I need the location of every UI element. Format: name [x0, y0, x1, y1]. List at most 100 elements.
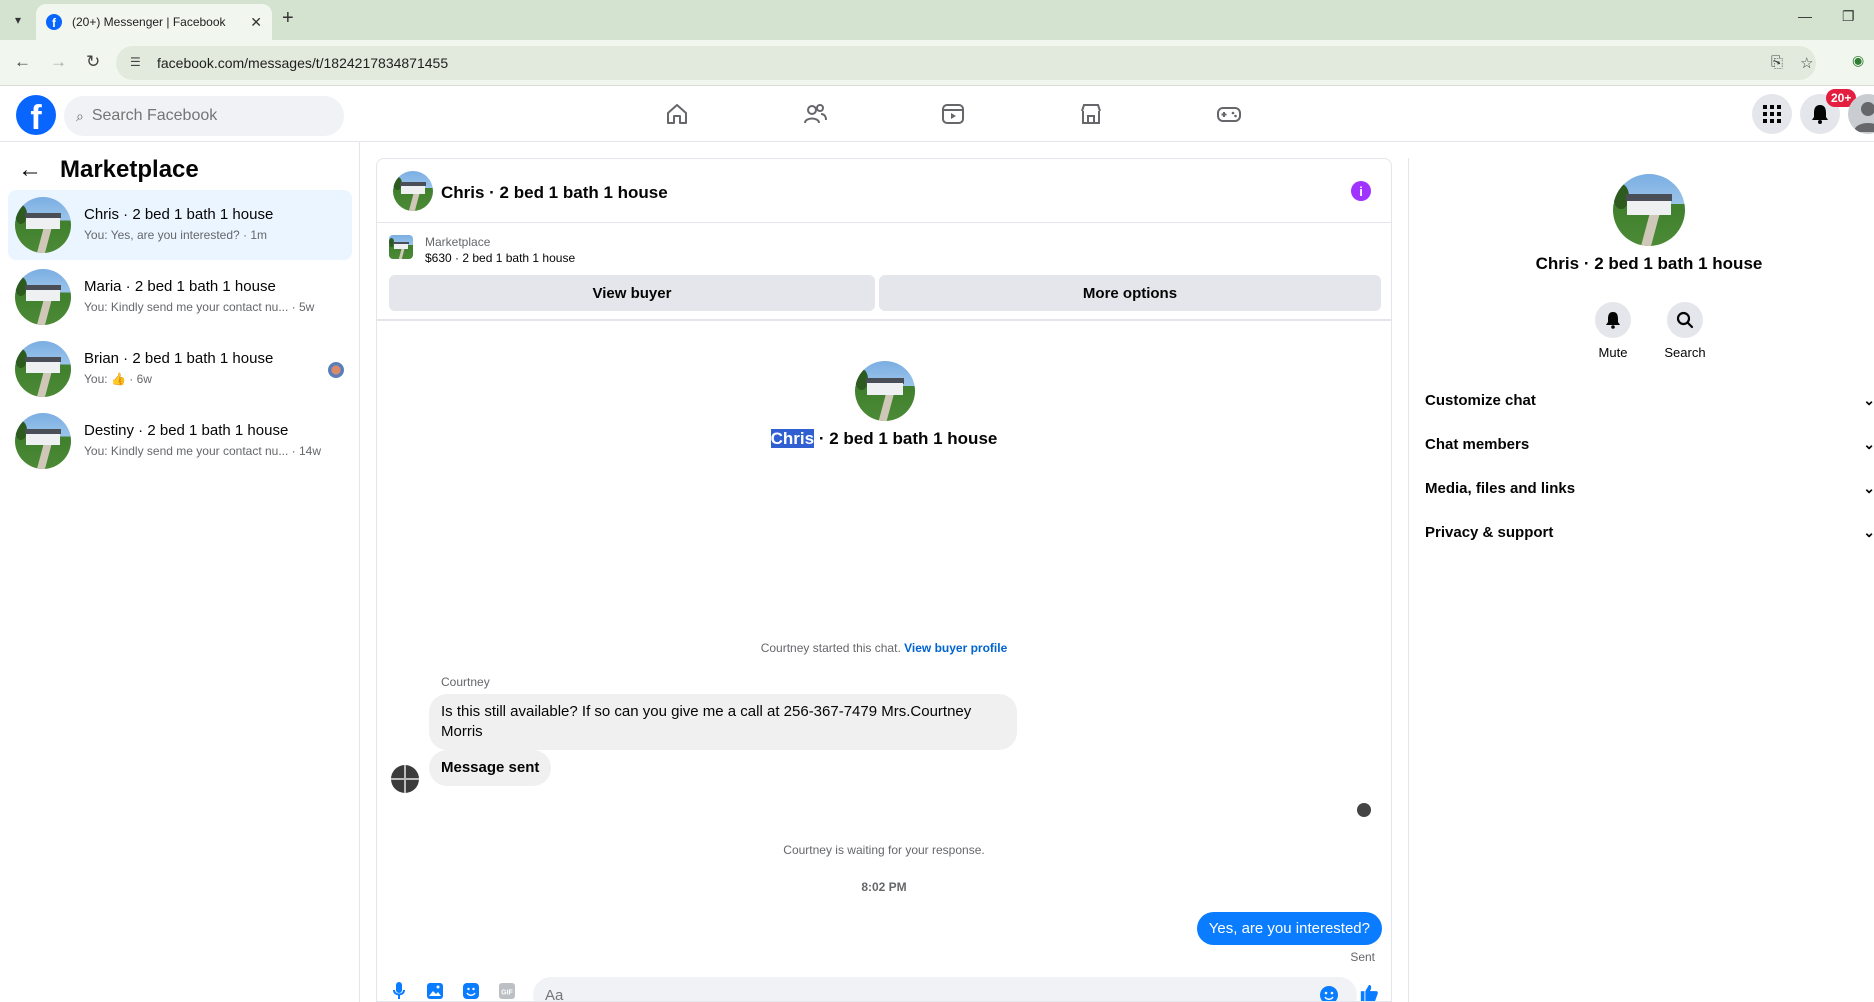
tab-title: (20+) Messenger | Facebook: [72, 15, 226, 29]
new-tab-icon[interactable]: +: [282, 7, 294, 30]
install-app-icon[interactable]: ⎘: [1771, 54, 1783, 71]
browser-tab[interactable]: f (20+) Messenger | Facebook ✕: [36, 4, 272, 40]
section-label: Privacy & support: [1425, 524, 1554, 541]
section-label: Customize chat: [1425, 392, 1536, 409]
conversation-name: Brian · 2 bed 1 bath 1 house: [84, 350, 274, 367]
marketplace-icon[interactable]: [1076, 99, 1106, 129]
omnibox[interactable]: ☰ facebook.com/messages/t/18242178348714…: [116, 46, 1816, 80]
chat-title[interactable]: Chris · 2 bed 1 bath 1 house: [441, 183, 668, 203]
chat-members-section[interactable]: Chat members ⌄: [1425, 436, 1874, 453]
close-tab-icon[interactable]: ✕: [250, 14, 262, 31]
conversation-item-destiny[interactable]: Destiny · 2 bed 1 bath 1 house You: Kind…: [8, 406, 352, 476]
chevron-down-icon: ⌄: [1863, 480, 1874, 496]
sticker-icon[interactable]: [461, 981, 481, 1001]
conversation-item-maria[interactable]: Maria · 2 bed 1 bath 1 house You: Kindly…: [8, 262, 352, 332]
started-text: Courtney started this chat.: [760, 641, 901, 655]
mute-label: Mute: [1598, 345, 1628, 360]
conversation-name: Chris · 2 bed 1 bath 1 house: [84, 206, 274, 223]
conversation-preview: You: Yes, are you interested? · 1m: [84, 228, 268, 242]
details-avatar[interactable]: [1613, 174, 1685, 246]
restore-icon[interactable]: ❐: [1842, 8, 1855, 25]
profile-icon[interactable]: ◉: [1852, 52, 1864, 69]
outgoing-message[interactable]: Yes, are you interested?: [1196, 912, 1382, 945]
search-input[interactable]: [91, 107, 312, 125]
reload-icon[interactable]: ↻: [86, 52, 100, 72]
facebook-favicon-icon: f: [46, 14, 62, 30]
conversation-preview: You: 👍 · 6w: [84, 372, 152, 386]
listing-thumbnail: [15, 413, 71, 469]
search-icon: ⌕: [76, 107, 84, 124]
url-text[interactable]: facebook.com/messages/t/1824217834871455: [157, 55, 448, 71]
view-buyer-button[interactable]: View buyer: [389, 275, 875, 311]
microphone-icon[interactable]: [389, 981, 409, 1001]
conversation-preview: You: Kindly send me your contact nu... ·…: [84, 444, 322, 458]
gaming-icon[interactable]: [1214, 99, 1244, 129]
facebook-search[interactable]: ⌕: [64, 96, 344, 136]
conversation-preview: You: Kindly send me your contact nu... ·…: [84, 300, 315, 314]
chevron-down-icon: ⌄: [1863, 392, 1874, 408]
preview-time: · 6w: [129, 372, 152, 386]
back-arrow-icon[interactable]: ←: [18, 156, 42, 184]
more-options-button[interactable]: More options: [879, 275, 1381, 311]
view-buyer-profile-link[interactable]: View buyer profile: [904, 641, 1007, 655]
listing-banner: Marketplace $630 · 2 bed 1 bath 1 house …: [377, 223, 1391, 321]
media-files-links-section[interactable]: Media, files and links ⌄: [1425, 480, 1874, 497]
facebook-header: f ⌕ 20+: [0, 86, 1874, 142]
facebook-logo-icon[interactable]: f: [16, 95, 56, 135]
conversation-item-chris[interactable]: Chris · 2 bed 1 bath 1 house You: Yes, a…: [8, 190, 352, 260]
photo-icon[interactable]: [425, 981, 445, 1001]
magnifier-icon[interactable]: [1667, 302, 1703, 338]
listing-source: Marketplace: [425, 235, 491, 249]
chat-avatar[interactable]: [393, 171, 433, 211]
back-icon[interactable]: ←: [14, 52, 31, 72]
selected-text: Chris: [770, 429, 815, 448]
seen-indicator-icon: [1357, 803, 1371, 817]
site-info-icon[interactable]: ☰: [130, 55, 141, 69]
tab-search-dropdown[interactable]: ▾: [6, 8, 30, 32]
intro-title: Chris · 2 bed 1 bath 1 house: [377, 429, 1391, 449]
seen-avatar: [328, 362, 344, 378]
conversation-name: Maria · 2 bed 1 bath 1 house: [84, 278, 276, 295]
listing-thumbnail: [15, 197, 71, 253]
section-label: Media, files and links: [1425, 480, 1576, 497]
chevron-down-icon: ⌄: [1863, 436, 1874, 452]
search-action[interactable]: Search: [1655, 302, 1715, 360]
emoji-icon[interactable]: [1319, 985, 1339, 1001]
bookmark-star-icon[interactable]: ☆: [1800, 54, 1813, 72]
svg-text:GIF: GIF: [501, 990, 513, 997]
message-timestamp: 8:02 PM: [861, 880, 907, 894]
sender-avatar[interactable]: [391, 765, 419, 793]
incoming-message[interactable]: Message sent: [429, 750, 552, 786]
listing-thumbnail: [389, 235, 413, 259]
chat-started-notice: Courtney started this chat. View buyer p…: [377, 641, 1391, 655]
bell-icon[interactable]: [1595, 302, 1631, 338]
like-thumbs-up-icon[interactable]: [1359, 983, 1379, 1001]
privacy-support-section[interactable]: Privacy & support ⌄: [1425, 524, 1874, 541]
gif-icon[interactable]: GIF: [497, 981, 517, 1001]
minimize-icon[interactable]: —: [1798, 8, 1812, 24]
incoming-message[interactable]: Is this still available? If so can you g…: [429, 694, 1017, 750]
listing-thumbnail: [15, 269, 71, 325]
search-label: Search: [1664, 345, 1706, 360]
sidebar-header: ← Marketplace: [18, 156, 199, 184]
customize-chat-section[interactable]: Customize chat ⌄: [1425, 392, 1874, 409]
listing-summary[interactable]: $630 · 2 bed 1 bath 1 house: [425, 251, 575, 265]
friends-icon[interactable]: [800, 99, 830, 129]
preview-prefix: You:: [84, 372, 108, 386]
conversation-item-brian[interactable]: Brian · 2 bed 1 bath 1 house You: 👍 · 6w: [8, 334, 352, 404]
message-input[interactable]: [533, 977, 1357, 1001]
browser-tab-bar: ▾ f (20+) Messenger | Facebook ✕ + — ❐: [0, 0, 1874, 40]
address-bar-row: ← → ↻ ☰ facebook.com/messages/t/18242178…: [0, 40, 1874, 86]
conversation-name: Destiny · 2 bed 1 bath 1 house: [84, 422, 289, 439]
chevron-down-icon: ⌄: [1863, 524, 1874, 540]
mute-action[interactable]: Mute: [1583, 302, 1643, 360]
thumbs-up-icon: 👍: [110, 372, 126, 386]
menu-grid-icon[interactable]: [1752, 94, 1792, 134]
sidebar-title: Marketplace: [60, 156, 199, 183]
video-icon[interactable]: [938, 99, 968, 129]
info-icon[interactable]: i: [1351, 181, 1371, 201]
forward-icon[interactable]: →: [50, 52, 67, 72]
account-avatar[interactable]: [1848, 94, 1874, 134]
home-icon[interactable]: [662, 99, 692, 129]
intro-avatar: [855, 361, 915, 421]
